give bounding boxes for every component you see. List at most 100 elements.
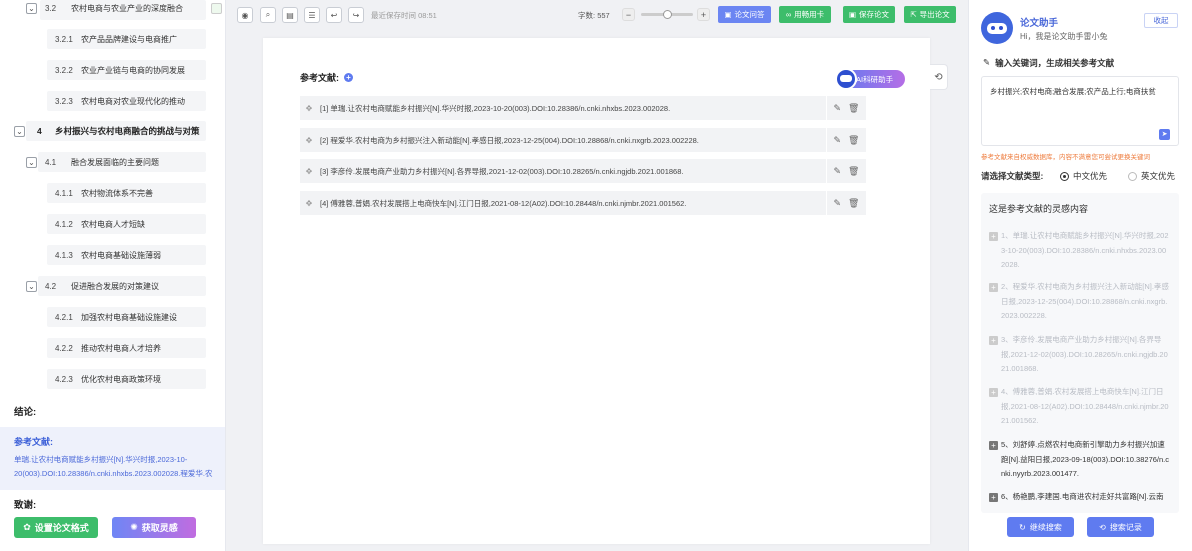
trash-icon[interactable]: 🗑 <box>848 103 859 114</box>
add-icon[interactable]: + <box>989 335 998 345</box>
assistant-greeting: Hi，我是论文助手雷小兔 <box>1020 32 1108 41</box>
keywords-input[interactable]: 乡村振兴;农村电商;融合发展;农产品上行;电商扶贫 ➤ <box>981 76 1179 146</box>
inspiration-item[interactable]: +2、程爱华.农村电商为乡村振兴注入新动能[N].孝感 日报,2023-12-25… <box>989 280 1179 324</box>
inspiration-item[interactable]: +6、杨艳鹏,李建国.电商进农村走好共富路[N].云南 <box>989 490 1179 505</box>
collapse-button[interactable]: 收起 <box>1144 13 1178 28</box>
inspiration-item[interactable]: +1、单瑞.让农村电商赋能乡村振兴[N].华兴时报,202 3-10-20(003… <box>989 229 1179 273</box>
save-time: 最近保存时间 08:51 <box>371 11 437 20</box>
trash-icon[interactable]: 🗑 <box>848 166 859 177</box>
reference-row[interactable]: ✥ [2] 程爱华.农村电商为乡村振兴注入新动能[N].孝感日报,2023-12-… <box>300 128 866 152</box>
add-icon[interactable]: + <box>989 492 998 502</box>
export-paper-button[interactable]: ⇱ 导出论文 <box>904 6 956 23</box>
reference-row[interactable]: ✥ [4] 傅雅蓉,普娟.农村发展搭上电商快车[N].江门日报,2021-08-1… <box>300 191 866 215</box>
collapse-icon[interactable]: ⌄ <box>26 156 37 168</box>
collapse-icon[interactable]: ⌄ <box>26 2 37 14</box>
assistant-title: 论文助手 <box>1020 18 1059 29</box>
doc-icon: ▣ <box>724 10 732 19</box>
add-icon[interactable]: + <box>989 440 998 450</box>
zoom-in-button[interactable]: + <box>697 8 710 21</box>
search-history-button[interactable]: ⟲ 搜索记录 <box>1087 517 1154 537</box>
edit-icon[interactable]: ✎ <box>834 103 842 114</box>
inspiration-item[interactable]: +3、李彦伶.发展电商产业助力乡村振兴[N].各界导 报,2021-12-02(0… <box>989 333 1179 377</box>
edit-icon[interactable]: ✎ <box>834 135 842 146</box>
zoom-out-button[interactable]: − <box>622 8 635 21</box>
warning-text: 参考文献来自权威数据库，内容不满意您可尝试更换关键词 <box>981 154 1150 161</box>
bulb-icon: ✺ <box>130 522 138 532</box>
zoom-slider[interactable] <box>641 10 693 19</box>
sync-icon[interactable] <box>211 3 222 14</box>
inspiration-panel: 这是参考文献的灵感内容 +1、单瑞.让农村电商赋能乡村振兴[N].华兴时报,20… <box>981 193 1179 513</box>
inspiration-item[interactable]: +5、刘舒婷.点燃农村电商新引擎助力乡村振兴加速 跑[N].益阳日报,2023-0… <box>989 438 1179 482</box>
thanks-heading[interactable]: 致谢: <box>14 497 36 511</box>
reference-row[interactable]: ✥ [3] 李彦伶.发展电商产业助力乡村振兴[N].各界导报,2021-12-02… <box>300 159 866 183</box>
outline-item[interactable]: 4.2.3 优化农村电商政策环境 <box>55 369 161 389</box>
outline-item[interactable]: ⌄ 4.2 促进融合发展的对策建议 <box>26 276 159 296</box>
indent-icon[interactable]: ☰ <box>304 7 320 23</box>
history-icon[interactable]: ⟲ <box>930 64 948 90</box>
outline-item[interactable]: 4.1.2 农村电商人才短缺 <box>55 214 145 234</box>
search-replace-icon[interactable]: ⌕ <box>260 7 276 23</box>
format-paper-button[interactable]: ✿ 设置论文格式 <box>14 517 98 538</box>
edit-icon[interactable]: ✎ <box>834 198 842 209</box>
outline-item[interactable]: ⌄ 4.1 融合发展面临的主要问题 <box>26 152 159 172</box>
gear-icon: ✿ <box>23 522 31 532</box>
refresh-icon: ↻ <box>1019 522 1026 532</box>
inspiration-title: 这是参考文献的灵感内容 <box>989 204 1089 214</box>
outline-item[interactable]: ⌄ 3.2 农村电商与农业产业的深度融合 <box>26 0 183 18</box>
outline-item[interactable]: ⌄ 4 乡村振兴与农村电商融合的挑战与对策 <box>14 121 200 141</box>
continue-search-button[interactable]: ↻ 继续搜索 <box>1007 517 1074 537</box>
outline-item[interactable]: 4.2.2 推动农村电商人才培养 <box>55 338 161 358</box>
inspiration-item[interactable]: +4、傅雅蓉,普娟.农村发展搭上电商快车[N].江门日 报,2021-08-12(… <box>989 385 1179 429</box>
card-button[interactable]: ∞ 用畅用卡 <box>779 6 831 23</box>
word-count: 字数: 557 <box>578 11 610 20</box>
drag-handle-icon[interactable]: ✥ <box>300 199 318 208</box>
prompt-label: ✎ 输入关键词，生成相关参考文献 <box>983 57 1115 68</box>
trash-icon[interactable]: 🗑 <box>848 135 859 146</box>
trash-icon[interactable]: 🗑 <box>848 198 859 209</box>
drag-handle-icon[interactable]: ✥ <box>300 167 318 176</box>
add-icon[interactable]: + <box>989 231 998 241</box>
drag-handle-icon[interactable]: ✥ <box>300 104 318 113</box>
outline-item[interactable]: 4.1.1 农村物流体系不完善 <box>55 183 153 203</box>
assistant-panel: 论文助手 Hi，我是论文助手雷小兔 收起 ✎ 输入关键词，生成相关参考文献 乡村振… <box>968 0 1192 551</box>
save-paper-button[interactable]: ▣ 保存论文 <box>843 6 895 23</box>
radio-english[interactable]: 英文优先 <box>1128 170 1175 182</box>
redo-icon[interactable]: ↪ <box>348 7 364 23</box>
drag-handle-icon[interactable]: ✥ <box>300 136 318 145</box>
references-preview: 单瑞.让农村电商赋能乡村振兴[N].华兴时报,2023-10-20(003).D… <box>14 455 213 478</box>
outline-item[interactable]: 4.1.3 农村电商基础设施薄弱 <box>55 245 161 265</box>
clock-icon: ⟲ <box>1099 522 1106 532</box>
link-icon: ∞ <box>785 10 792 19</box>
reference-row[interactable]: ✥ [1] 单瑞.让农村电商赋能乡村振兴[N].华兴时报,2023-10-20(0… <box>300 96 866 120</box>
pencil-icon: ✎ <box>983 57 991 67</box>
assistant-avatar <box>981 12 1013 44</box>
add-icon[interactable]: + <box>344 73 353 82</box>
outline-item[interactable]: 3.2.1 农产品品牌建设与电商推广 <box>55 29 177 49</box>
paper-qa-button[interactable]: ▣ 论文问答 <box>718 6 771 23</box>
outline-item[interactable]: 4.2.1 加强农村电商基础设施建设 <box>55 307 177 327</box>
format-icon[interactable]: ▤ <box>282 7 298 23</box>
add-icon[interactable]: + <box>989 282 998 292</box>
references-section[interactable]: 参考文献: 单瑞.让农村电商赋能乡村振兴[N].华兴时报,2023-10-20(… <box>0 427 225 490</box>
send-icon[interactable]: ➤ <box>1159 129 1170 140</box>
outline-panel: ⌄ 3.2 农村电商与农业产业的深度融合 3.2.1 农产品品牌建设与电商推广 3.2… <box>0 0 226 551</box>
save-icon: ▣ <box>848 10 857 19</box>
ai-assistant-badge[interactable]: AI科研助手 <box>835 68 905 90</box>
zoom-knob[interactable] <box>662 10 672 19</box>
get-inspiration-button[interactable]: ✺ 获取灵感 <box>112 517 196 538</box>
edit-icon[interactable]: ✎ <box>834 166 842 177</box>
references-title: 参考文献: + <box>300 71 353 84</box>
radio-chinese[interactable]: 中文优先 <box>1060 170 1107 182</box>
eye-icon[interactable]: ◉ <box>237 7 253 23</box>
outline-item[interactable]: 3.2.2 农业产业链与电商的协同发展 <box>55 60 185 80</box>
references-heading: 参考文献: <box>14 437 53 447</box>
type-label: 请选择文献类型: <box>981 171 1044 181</box>
undo-icon[interactable]: ↩ <box>326 7 342 23</box>
conclusion-heading[interactable]: 结论: <box>14 404 36 418</box>
editor-toolbar: ◉ ⌕ ▤ ☰ ↩ ↪ 最近保存时间 08:51 字数: 557 − + ▣ 论文… <box>226 0 968 30</box>
document-page[interactable]: 参考文献: + AI科研助手 ✥ [1] 单瑞.让农村电商赋能乡村振兴[N].华兴… <box>263 38 930 544</box>
outline-item[interactable]: 3.2.3 农村电商对农业现代化的推动 <box>55 91 185 111</box>
collapse-icon[interactable]: ⌄ <box>26 280 37 292</box>
collapse-icon[interactable]: ⌄ <box>14 125 25 137</box>
add-icon[interactable]: + <box>989 387 998 397</box>
